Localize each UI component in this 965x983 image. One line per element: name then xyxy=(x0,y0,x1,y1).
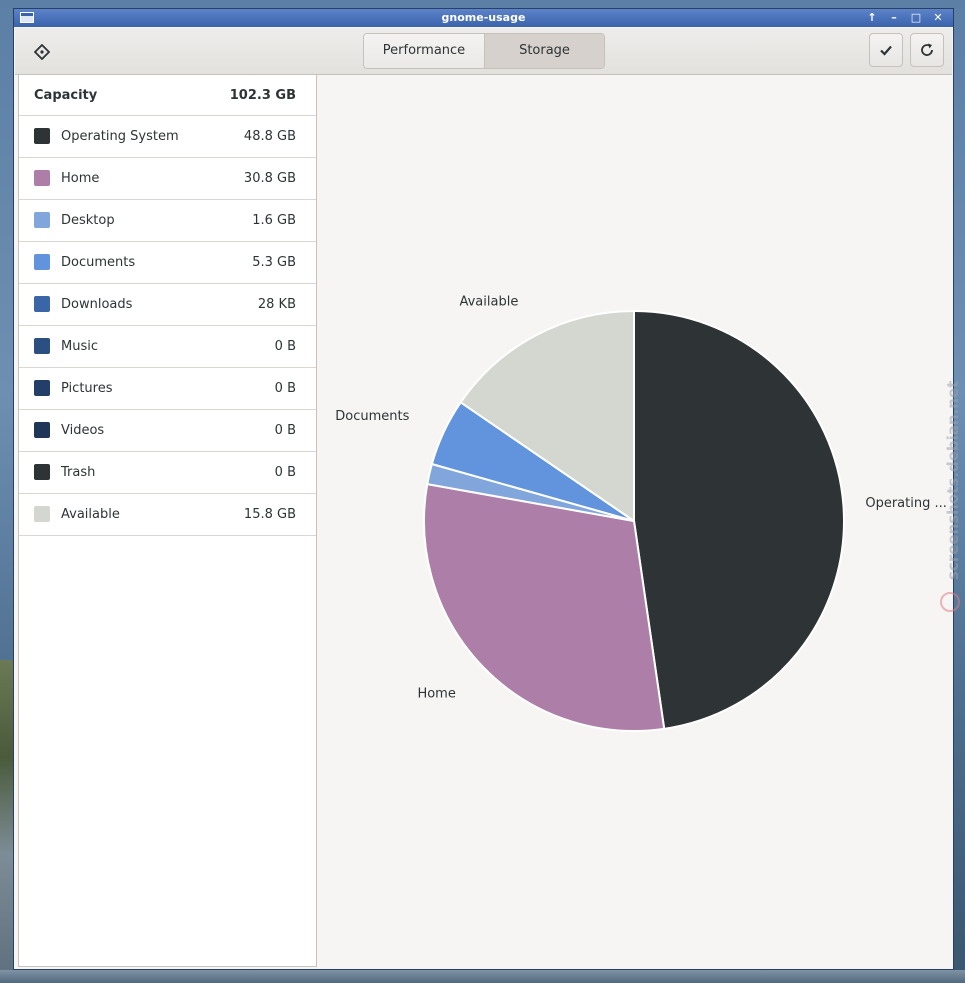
storage-row-desktop[interactable]: Desktop 1.6 GB xyxy=(19,200,316,242)
color-swatch xyxy=(34,254,50,270)
storage-pie-chart: Operating ... Home Documents Available xyxy=(318,74,952,968)
color-swatch xyxy=(34,380,50,396)
storage-row-label: Desktop xyxy=(61,213,115,228)
storage-row-pictures[interactable]: Pictures 0 B xyxy=(19,368,316,410)
storage-row-value: 0 B xyxy=(274,423,296,438)
storage-row-available[interactable]: Available 15.8 GB xyxy=(19,494,316,536)
storage-row-downloads[interactable]: Downloads 28 KB xyxy=(19,284,316,326)
pie-label-available: Available xyxy=(459,295,518,310)
color-swatch xyxy=(34,128,50,144)
pie-label-documents: Documents xyxy=(335,409,409,424)
watermark-text: screenshots.debian.net xyxy=(944,381,962,580)
storage-row-home[interactable]: Home 30.8 GB xyxy=(19,158,316,200)
color-swatch xyxy=(34,296,50,312)
pie-label-operating-system: Operating ... xyxy=(865,496,947,511)
storage-row-value: 28 KB xyxy=(257,297,296,312)
diamond-icon xyxy=(34,44,50,60)
refresh-icon xyxy=(921,43,933,56)
window-controls: ↑ – □ ✕ xyxy=(863,10,947,26)
color-swatch xyxy=(34,464,50,480)
storage-row-value: 1.6 GB xyxy=(252,213,296,228)
storage-sidebar: Capacity 102.3 GB Operating System 48.8 G… xyxy=(18,74,317,967)
storage-row-operating-system[interactable]: Operating System 48.8 GB xyxy=(19,116,316,158)
view-switcher: Performance Storage xyxy=(363,33,605,69)
tab-storage[interactable]: Storage xyxy=(484,34,604,68)
tab-performance[interactable]: Performance xyxy=(364,34,484,68)
debian-swirl-icon xyxy=(940,592,960,612)
pie-chart-svg: Operating ... Home Documents Available xyxy=(335,295,947,732)
color-swatch xyxy=(34,422,50,438)
storage-row-label: Pictures xyxy=(61,381,113,396)
select-button[interactable] xyxy=(869,33,903,67)
capacity-value: 102.3 GB xyxy=(229,87,296,103)
raise-up-icon[interactable]: ↑ xyxy=(863,10,881,26)
color-swatch xyxy=(34,170,50,186)
storage-row-label: Operating System xyxy=(61,129,179,144)
storage-row-label: Home xyxy=(61,171,100,186)
color-swatch xyxy=(34,506,50,522)
storage-row-documents[interactable]: Documents 5.3 GB xyxy=(19,242,316,284)
close-icon[interactable]: ✕ xyxy=(929,10,947,26)
app-menu-button[interactable] xyxy=(25,37,59,67)
watermark: screenshots.debian.net xyxy=(940,381,962,612)
storage-row-value: 0 B xyxy=(274,339,296,354)
storage-row-label: Available xyxy=(61,507,120,522)
minimize-icon[interactable]: – xyxy=(885,10,903,26)
storage-row-videos[interactable]: Videos 0 B xyxy=(19,410,316,452)
storage-row-label: Documents xyxy=(61,255,136,270)
window-titlebar[interactable]: gnome-usage ↑ – □ ✕ xyxy=(14,9,953,27)
header-bar: Performance Storage xyxy=(15,28,952,75)
capacity-row: Capacity 102.3 GB xyxy=(19,75,316,116)
storage-row-music[interactable]: Music 0 B xyxy=(19,326,316,368)
refresh-button[interactable] xyxy=(910,33,944,67)
app-window: gnome-usage ↑ – □ ✕ Performance Storage xyxy=(13,8,954,970)
checkmark-icon xyxy=(880,45,892,56)
pie-slice-operating-system xyxy=(633,309,845,730)
storage-row-value: 0 B xyxy=(274,381,296,396)
header-actions xyxy=(869,33,944,67)
pie-slice-home xyxy=(423,482,666,732)
storage-row-label: Music xyxy=(61,339,98,354)
storage-row-label: Trash xyxy=(61,465,96,480)
storage-row-label: Videos xyxy=(61,423,105,438)
desktop-background-left xyxy=(0,660,14,983)
storage-row-value: 30.8 GB xyxy=(243,171,296,186)
pie-label-home: Home xyxy=(417,687,455,702)
storage-row-value: 0 B xyxy=(274,465,296,480)
color-swatch xyxy=(34,212,50,228)
maximize-icon[interactable]: □ xyxy=(907,10,925,26)
window-menu-icon[interactable] xyxy=(20,12,34,23)
desktop-background-bottom xyxy=(0,970,965,983)
storage-row-value: 15.8 GB xyxy=(243,507,296,522)
color-swatch xyxy=(34,338,50,354)
storage-row-label: Downloads xyxy=(61,297,133,312)
window-title: gnome-usage xyxy=(441,11,526,24)
storage-row-value: 5.3 GB xyxy=(252,255,296,270)
storage-row-trash[interactable]: Trash 0 B xyxy=(19,452,316,494)
capacity-label: Capacity xyxy=(34,87,98,103)
storage-row-value: 48.8 GB xyxy=(243,129,296,144)
